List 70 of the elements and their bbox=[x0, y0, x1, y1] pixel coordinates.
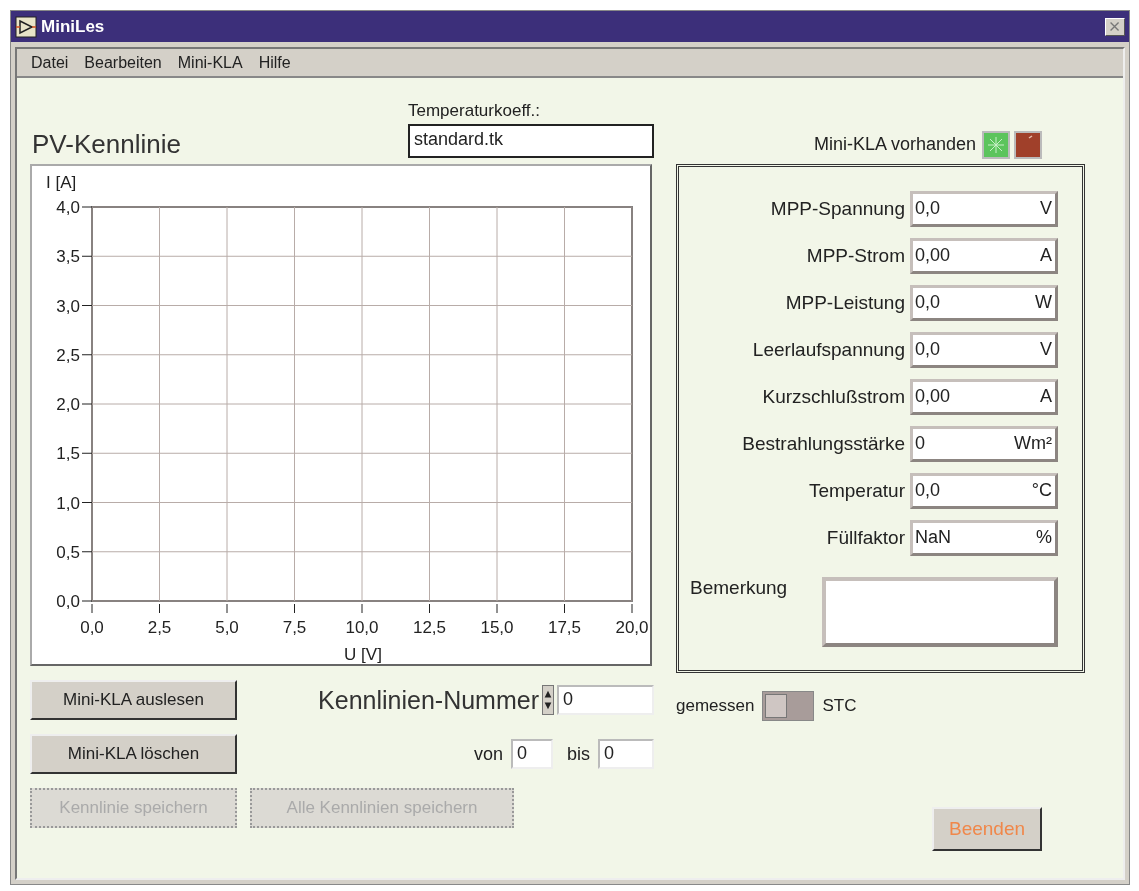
value-field: 0 Wm² bbox=[910, 425, 1058, 462]
menu-item[interactable]: Datei bbox=[23, 53, 77, 72]
y-tick bbox=[81, 354, 93, 356]
tick-label: 10,0 bbox=[345, 618, 379, 637]
field-label: MPP-Strom bbox=[806, 244, 905, 267]
field-label: Füllfaktor bbox=[826, 526, 905, 549]
close-icon[interactable] bbox=[1105, 17, 1125, 36]
value-field: 0,0 V bbox=[910, 190, 1058, 227]
menu-item[interactable]: Bearbeiten bbox=[76, 53, 170, 72]
field-label: Temperaturkoeff.: bbox=[408, 101, 541, 121]
file-field[interactable]: standard.tk bbox=[408, 124, 654, 158]
value-field: 0,0 W bbox=[910, 284, 1058, 321]
tick-label: 5,0 bbox=[215, 618, 239, 637]
action-button[interactable]: Mini-KLA auslesen bbox=[30, 680, 237, 720]
axis-label: I [A] bbox=[46, 173, 77, 192]
number-field[interactable]: 0 bbox=[511, 739, 553, 769]
field-label: MPP-Leistung bbox=[785, 291, 905, 314]
field-label: von bbox=[473, 743, 503, 765]
tick-label: 20,0 bbox=[615, 618, 649, 637]
window-title: MiniLes bbox=[41, 16, 105, 37]
status-label: Mini-KLA vorhanden bbox=[813, 134, 976, 156]
tick-label: 15,0 bbox=[480, 618, 514, 637]
y-tick bbox=[81, 600, 93, 602]
action-button[interactable]: Mini-KLA löschen bbox=[30, 734, 237, 774]
tick-label: 1,5 bbox=[56, 444, 80, 464]
value-field: 0,0 V bbox=[910, 331, 1058, 368]
field-label: Kennlinien-Nummer bbox=[318, 685, 539, 715]
field-label: Bestrahlungsstärke bbox=[742, 432, 905, 455]
y-tick bbox=[81, 502, 93, 503]
y-tick bbox=[81, 403, 93, 405]
y-tick bbox=[81, 206, 93, 208]
field-label: Temperatur bbox=[808, 479, 905, 502]
y-tick bbox=[81, 255, 93, 257]
switch-label: STC bbox=[822, 696, 857, 716]
remark-field[interactable] bbox=[822, 577, 1058, 647]
y-tick bbox=[81, 551, 93, 553]
menu-item[interactable]: Hilfe bbox=[250, 53, 299, 72]
tick-label: 0,5 bbox=[56, 542, 80, 562]
value-field: 0,00 A bbox=[910, 378, 1058, 415]
tick-label: 17,5 bbox=[547, 618, 582, 637]
tick-label: 4,0 bbox=[56, 198, 80, 217]
tick-label: 2,5 bbox=[147, 618, 172, 637]
field-label: Bemerkung bbox=[690, 577, 788, 600]
tick-label: 2,0 bbox=[56, 395, 80, 414]
tick-label: 1,0 bbox=[56, 493, 80, 513]
field-label: bis bbox=[567, 743, 590, 765]
number-field[interactable]: 0 bbox=[598, 739, 654, 769]
tick-label: 12,5 bbox=[412, 618, 447, 637]
value-field: 0,00 A bbox=[910, 237, 1058, 274]
chart-title: PV-Kennlinie bbox=[31, 129, 181, 160]
axis-label: U [V] bbox=[344, 645, 382, 664]
menu-item[interactable]: Mini-KLA bbox=[169, 53, 251, 72]
app-icon bbox=[15, 15, 37, 38]
mode-switch[interactable] bbox=[762, 691, 815, 721]
field-label: Kurzschlußstrom bbox=[762, 385, 905, 408]
tick-label: 2,5 bbox=[56, 345, 80, 365]
spinner-icon[interactable] bbox=[542, 685, 554, 715]
number-field[interactable]: 0 bbox=[557, 685, 654, 715]
tick-label: 0,0 bbox=[56, 592, 80, 611]
value-field: 0,0 °C bbox=[910, 472, 1058, 509]
tick-label: 0,0 bbox=[80, 618, 104, 637]
value-field: NaN % bbox=[910, 519, 1058, 556]
tick-label: 3,5 bbox=[56, 247, 80, 267]
tick-label: 3,0 bbox=[56, 296, 80, 316]
switch-label: gemessen bbox=[676, 696, 755, 716]
field-label: Leerlaufspannung bbox=[752, 338, 905, 361]
y-tick bbox=[81, 305, 93, 306]
field-label: MPP-Spannung bbox=[770, 197, 905, 220]
tick-label: 7,5 bbox=[282, 618, 307, 637]
y-tick bbox=[81, 452, 93, 454]
